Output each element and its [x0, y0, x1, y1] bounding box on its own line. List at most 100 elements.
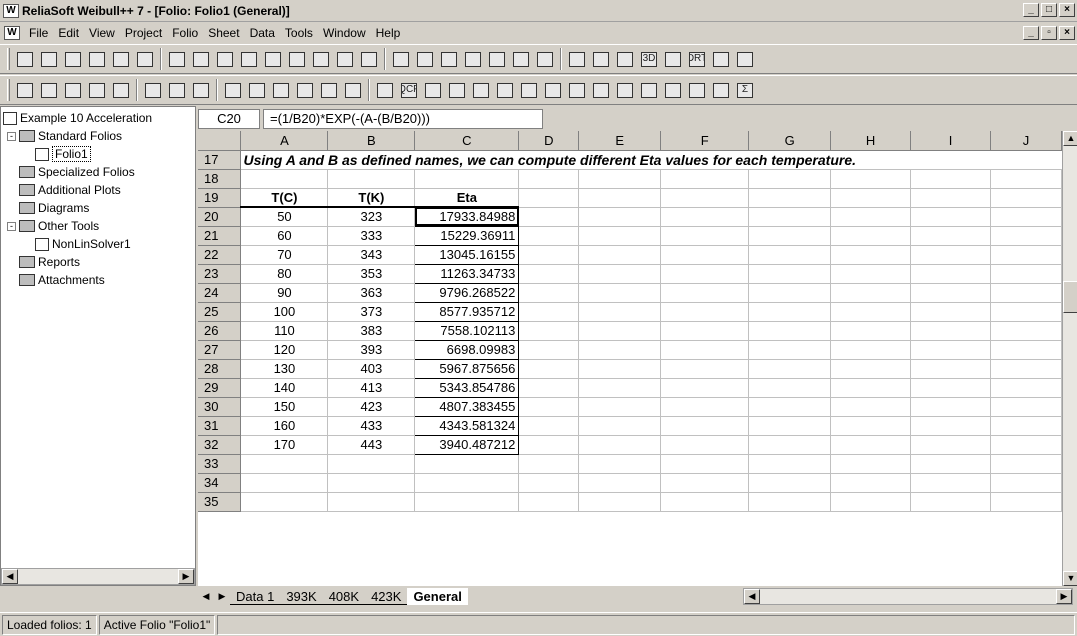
- cell[interactable]: [518, 435, 580, 455]
- cell[interactable]: [518, 302, 580, 322]
- cell[interactable]: [578, 207, 662, 227]
- insert-column-icon[interactable]: [270, 79, 292, 101]
- scroll-right-icon[interactable]: ▶: [178, 569, 194, 584]
- align-right-icon[interactable]: [110, 79, 132, 101]
- cell-temperature-c[interactable]: 160: [240, 416, 329, 436]
- drt-icon[interactable]: DRT: [686, 48, 708, 70]
- cell[interactable]: [660, 397, 750, 417]
- cell[interactable]: [748, 416, 832, 436]
- cell[interactable]: [578, 397, 662, 417]
- cell[interactable]: [990, 359, 1062, 379]
- cell-eta[interactable]: 4807.383455: [414, 396, 520, 417]
- sigma-percent-icon[interactable]: [710, 48, 732, 70]
- cut-icon[interactable]: [214, 48, 236, 70]
- cell[interactable]: [240, 169, 329, 189]
- cell[interactable]: [748, 397, 832, 417]
- cell[interactable]: [748, 283, 832, 303]
- cell[interactable]: [990, 207, 1062, 227]
- cell[interactable]: [660, 188, 750, 208]
- print-preview-icon[interactable]: [110, 48, 132, 70]
- cell[interactable]: [327, 454, 416, 474]
- cell[interactable]: [240, 473, 329, 493]
- column-header-i[interactable]: I: [910, 131, 991, 151]
- cell[interactable]: [578, 245, 662, 265]
- cell[interactable]: [518, 321, 580, 341]
- cell[interactable]: [830, 435, 912, 455]
- tree-item-specialized-folios[interactable]: Specialized Folios: [1, 163, 195, 181]
- grid-icon[interactable]: [486, 48, 508, 70]
- cell[interactable]: [578, 416, 662, 436]
- column-header-j[interactable]: J: [990, 131, 1062, 151]
- expand-toggle-icon[interactable]: -: [7, 221, 16, 231]
- cell[interactable]: [910, 302, 991, 322]
- panel-icon[interactable]: [318, 79, 340, 101]
- cell[interactable]: [518, 492, 580, 512]
- tree-item-nonlinsolver1[interactable]: NonLinSolver1: [1, 235, 195, 253]
- diamond-icon[interactable]: [446, 79, 468, 101]
- align-center-icon[interactable]: [86, 79, 108, 101]
- cell[interactable]: [990, 188, 1062, 208]
- sort-ascending-icon[interactable]: [686, 79, 708, 101]
- cell-temperature-k[interactable]: 413: [327, 378, 416, 398]
- cell[interactable]: [660, 359, 750, 379]
- cell-eta[interactable]: 9796.268522: [414, 282, 520, 303]
- chart-icon[interactable]: [462, 48, 484, 70]
- sum-icon[interactable]: Σ: [734, 79, 756, 101]
- picture-icon[interactable]: [614, 48, 636, 70]
- cell-temperature-k[interactable]: 393: [327, 340, 416, 360]
- cell[interactable]: [830, 416, 912, 436]
- cell[interactable]: [518, 340, 580, 360]
- cell-temperature-k[interactable]: 423: [327, 397, 416, 417]
- menu-file[interactable]: File: [24, 26, 53, 40]
- cell[interactable]: [910, 397, 991, 417]
- cell[interactable]: [660, 321, 750, 341]
- cell[interactable]: [830, 378, 912, 398]
- cell[interactable]: [830, 207, 912, 227]
- cell[interactable]: [578, 359, 662, 379]
- cell-temperature-c[interactable]: 130: [240, 359, 329, 379]
- row-header[interactable]: 21: [198, 226, 242, 246]
- cell[interactable]: [518, 188, 580, 208]
- cell-eta[interactable]: 13045.16155: [414, 244, 520, 265]
- row-header[interactable]: 30: [198, 397, 242, 417]
- add-plot-icon[interactable]: [590, 48, 612, 70]
- edit-icon[interactable]: [662, 79, 684, 101]
- cell[interactable]: [660, 454, 750, 474]
- cell[interactable]: [578, 321, 662, 341]
- cell[interactable]: [518, 473, 580, 493]
- cell[interactable]: [518, 207, 580, 227]
- row-header[interactable]: 24: [198, 283, 242, 303]
- cell[interactable]: [910, 226, 991, 246]
- cell-eta[interactable]: 3940.487212: [414, 434, 520, 455]
- cell[interactable]: [748, 188, 832, 208]
- cell[interactable]: [830, 245, 912, 265]
- cell[interactable]: [518, 245, 580, 265]
- cell-temperature-c[interactable]: 50: [240, 207, 329, 227]
- cell[interactable]: [910, 264, 991, 284]
- cell-temperature-c[interactable]: 100: [240, 302, 329, 322]
- cell[interactable]: [327, 169, 416, 189]
- cell[interactable]: [910, 321, 991, 341]
- sheet-note[interactable]: Using A and B as defined names, we can c…: [240, 150, 1062, 170]
- cell-temperature-k[interactable]: 323: [327, 207, 416, 227]
- replace-icon[interactable]: [334, 48, 356, 70]
- paste-icon[interactable]: [262, 48, 284, 70]
- cell[interactable]: [910, 207, 991, 227]
- cell-temperature-k[interactable]: 383: [327, 321, 416, 341]
- cell[interactable]: [990, 416, 1062, 436]
- cell[interactable]: [990, 435, 1062, 455]
- cell[interactable]: [518, 378, 580, 398]
- cell[interactable]: [660, 245, 750, 265]
- cell[interactable]: [990, 264, 1062, 284]
- cell-eta[interactable]: 11263.34733: [414, 263, 520, 284]
- cell[interactable]: [660, 378, 750, 398]
- minimize-button[interactable]: _: [1023, 3, 1039, 17]
- print-icon[interactable]: [86, 48, 108, 70]
- row-header[interactable]: 31: [198, 416, 242, 436]
- cell-eta[interactable]: 5967.875656: [414, 358, 520, 379]
- cell[interactable]: [748, 226, 832, 246]
- cell[interactable]: [578, 188, 662, 208]
- insert-table-icon[interactable]: [222, 79, 244, 101]
- menu-data[interactable]: Data: [245, 26, 280, 40]
- cell-temperature-c[interactable]: 140: [240, 378, 329, 398]
